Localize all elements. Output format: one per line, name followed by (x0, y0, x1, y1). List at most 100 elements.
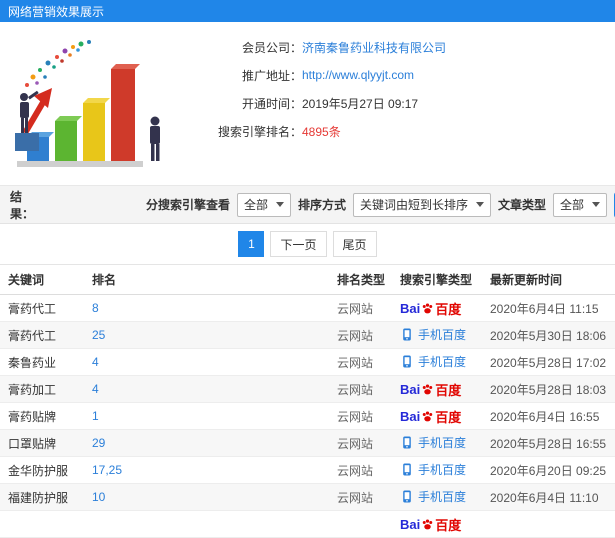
rank-type-cell: 云网站 (329, 348, 392, 376)
promo-url-link[interactable]: http://www.qlyyjt.com (302, 68, 414, 82)
mobile-phone-icon (401, 328, 413, 341)
chevron-down-icon (592, 202, 601, 207)
sort-select-value: 关键词由短到长排序 (360, 198, 469, 212)
mobile-phone-icon (401, 355, 413, 368)
rank-link[interactable]: 29 (92, 436, 105, 450)
engine-cell: Bai 百度 (392, 375, 482, 403)
keyword-cell: 秦鲁药业 (0, 348, 84, 376)
update-time-cell: 2020年5月28日 16:55 (482, 429, 615, 457)
rank-link[interactable]: 4 (92, 355, 99, 369)
mobile-baidu-logo: 手机百度 (400, 353, 466, 370)
baidu-logo: Bai 百度 (400, 516, 462, 533)
rank-count-value: 4895条 (302, 124, 341, 139)
page-title: 网络营销效果展示 (8, 4, 105, 19)
info-panel: 会员公司： 济南秦鲁药业科技有限公司 推广地址： http://www.qlyy… (0, 22, 615, 186)
keyword-cell: 金华防护服 (0, 456, 84, 484)
filter-bar: 结果： 分搜索引擎查看 全部 排序方式 关键词由短到长排序 文章类型 全部 提交 (0, 186, 615, 224)
results-table-body: 膏药代工 8 云网站 Bai 百度 2020年6月4日 11:15 膏药代工 25 云网站 手机百… (0, 294, 615, 538)
update-time-cell: 2020年6月4日 11:10 (482, 483, 615, 511)
chevron-down-icon (276, 202, 285, 207)
open-time-row: 开通时间： 2019年5月27日 09:17 (182, 94, 446, 112)
open-time-value: 2019年5月27日 09:17 (302, 96, 419, 111)
keyword-cell: 福建防护服 (0, 483, 84, 511)
keyword-cell: 膏药代工 (0, 321, 84, 349)
rank-link[interactable]: 17,25 (92, 463, 122, 477)
open-time-label: 开通时间： (241, 96, 302, 111)
table-header-row: 关键词 排名 排名类型 搜索引擎类型 最新更新时间 (0, 264, 615, 295)
company-label: 会员公司： (241, 40, 302, 55)
rank-link[interactable]: 25 (92, 328, 105, 342)
table-row: Bai 百度 (0, 510, 615, 538)
rank-cell: 29 (84, 429, 329, 457)
page-number-current[interactable]: 1 (238, 231, 265, 257)
keyword-cell: 膏药贴牌 (0, 402, 84, 430)
mobile-phone-icon (401, 463, 413, 476)
rank-link[interactable]: 1 (92, 409, 99, 423)
rank-cell: 10 (84, 483, 329, 511)
mobile-baidu-logo: 手机百度 (400, 326, 466, 343)
pagination: 1 下一页 尾页 (0, 224, 615, 264)
rank-type-cell: 云网站 (329, 429, 392, 457)
article-type-select-value: 全部 (560, 198, 585, 212)
article-type-label: 文章类型 (498, 198, 547, 212)
rank-count-row: 搜索引擎排名： 4895条 (182, 122, 446, 140)
rank-count-label: 搜索引擎排名： (217, 124, 302, 139)
rank-cell: 8 (84, 294, 329, 322)
page: 网络营销效果展示 会员公司： 济南秦鲁药业科技有限公司 推广地址： http:/… (0, 0, 615, 538)
engine-cell: 手机百度 (392, 456, 482, 484)
engine-cell: Bai 百度 (392, 294, 482, 322)
rank-cell: 1 (84, 402, 329, 430)
table-row: 膏药加工 4 云网站 Bai 百度 2020年5月28日 18:03 (0, 375, 615, 403)
rank-link[interactable]: 8 (92, 301, 99, 315)
company-link[interactable]: 济南秦鲁药业科技有限公司 (302, 39, 446, 56)
baidu-paw-icon (421, 518, 434, 531)
rank-cell: 4 (84, 348, 329, 376)
update-time-cell: 2020年6月4日 16:55 (482, 402, 615, 430)
rank-link[interactable]: 4 (92, 382, 99, 396)
rank-cell: 25 (84, 321, 329, 349)
mobile-baidu-logo: 手机百度 (400, 434, 466, 451)
keyword-cell: 口罩贴牌 (0, 429, 84, 457)
rank-link[interactable]: 10 (92, 490, 105, 504)
header-rank-type: 排名类型 (329, 264, 392, 295)
businessman-right (150, 116, 160, 161)
engine-cell: 手机百度 (392, 483, 482, 511)
promo-url-row: 推广地址： http://www.qlyyjt.com (182, 66, 446, 84)
engine-select-value: 全部 (244, 198, 269, 212)
article-type-select[interactable]: 全部 (553, 192, 608, 217)
table-row: 膏药代工 25 云网站 手机百度 2020年5月30日 18:06 (0, 321, 615, 349)
engine-cell: 手机百度 (392, 348, 482, 376)
engine-cell: Bai 百度 (392, 510, 482, 538)
engine-select[interactable]: 全部 (237, 192, 292, 217)
chart-base (17, 160, 143, 167)
mobile-baidu-logo: 手机百度 (400, 461, 466, 478)
next-page-button[interactable]: 下一页 (270, 231, 327, 257)
sort-select[interactable]: 关键词由短到长排序 (353, 192, 492, 217)
header-bar: 网络营销效果展示 (0, 0, 615, 22)
baidu-logo: Bai 百度 (400, 381, 462, 398)
update-time-cell: 2020年6月20日 09:25 (482, 456, 615, 484)
rank-type-cell: 云网站 (329, 456, 392, 484)
company-row: 会员公司： 济南秦鲁药业科技有限公司 (182, 38, 446, 56)
last-page-button[interactable]: 尾页 (332, 231, 377, 257)
update-time-cell: 2020年6月4日 11:15 (482, 294, 615, 322)
header-engine-type: 搜索引擎类型 (392, 264, 482, 295)
mobile-phone-icon (401, 490, 413, 503)
table-row: 秦鲁药业 4 云网站 手机百度 2020年5月28日 17:02 (0, 348, 615, 376)
baidu-paw-icon (421, 302, 434, 315)
table-row: 金华防护服 17,25 云网站 手机百度 2020年6月20日 09:25 (0, 456, 615, 484)
table-row: 福建防护服 10 云网站 手机百度 2020年6月4日 11:10 (0, 483, 615, 511)
rank-type-cell (329, 510, 392, 538)
bar-green (55, 115, 82, 161)
rank-type-cell: 云网站 (329, 375, 392, 403)
result-label: 结果： (10, 189, 35, 221)
up-arrow (22, 87, 52, 135)
table-row: 口罩贴牌 29 云网站 手机百度 2020年5月28日 16:55 (0, 429, 615, 457)
keyword-cell: 膏药代工 (0, 294, 84, 322)
rank-cell: 4 (84, 375, 329, 403)
keyword-cell: 膏药加工 (0, 375, 84, 403)
mobile-phone-icon (401, 436, 413, 449)
baidu-paw-icon (421, 410, 434, 423)
bar-yellow (83, 97, 110, 161)
baidu-paw-icon (421, 383, 434, 396)
